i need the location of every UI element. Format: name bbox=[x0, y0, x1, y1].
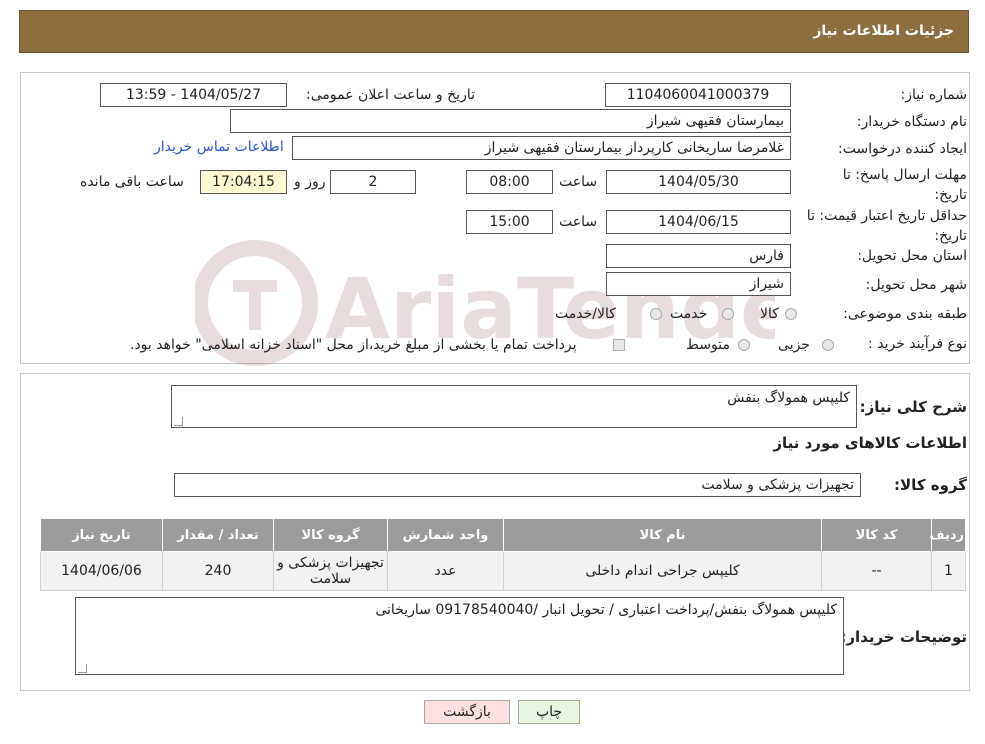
cell-goods-code: -- bbox=[821, 551, 932, 591]
col-header-unit: واحد شمارش bbox=[387, 518, 504, 552]
price-validity-date-field: 1404/06/15 bbox=[606, 210, 791, 234]
announce-datetime-label: تاریخ و ساعت اعلان عمومی: bbox=[306, 87, 475, 103]
col-header-goods-code: کد کالا bbox=[821, 518, 932, 552]
deadline-time-label: ساعت bbox=[559, 174, 598, 190]
buyer-notes-value: کلیپس همولاگ بنفش/پرداخت اعتباری / تحویل… bbox=[375, 602, 837, 618]
buyer-contact-link[interactable]: اطلاعات تماس خریدار bbox=[154, 139, 284, 155]
goods-group-label: گروه کالا: bbox=[894, 476, 967, 494]
back-button[interactable]: بازگشت bbox=[424, 700, 510, 724]
col-header-goods-name: نام کالا bbox=[503, 518, 822, 552]
cell-need-date: 1404/06/06 bbox=[40, 551, 163, 591]
category-label: طبقه بندی موضوعی: bbox=[843, 306, 967, 322]
category-option-service: خدمت bbox=[670, 306, 708, 322]
buyer-org-field: بیمارستان فقیهی شیراز bbox=[230, 109, 791, 133]
buyer-org-label: نام دستگاه خریدار: bbox=[856, 114, 967, 130]
price-validity-time-label: ساعت bbox=[559, 214, 598, 230]
col-header-need-date: تاریخ نیاز bbox=[40, 518, 163, 552]
page-title: جزئیات اطلاعات نیاز bbox=[813, 23, 954, 39]
category-option-goods-service: کالا/خدمت bbox=[555, 306, 616, 322]
cell-goods-group: تجهیزات پزشکی و سلامت bbox=[273, 551, 388, 591]
requester-label: ایجاد کننده درخواست: bbox=[838, 141, 967, 157]
goods-table: ردیف کد کالا نام کالا واحد شمارش گروه کا… bbox=[40, 518, 966, 591]
need-number-label: شماره نیاز: bbox=[900, 87, 968, 103]
goods-info-title: اطلاعات کالاهای مورد نیاز bbox=[773, 434, 967, 452]
process-option-medium: متوسط bbox=[686, 337, 730, 353]
process-option-minor: جزیی bbox=[778, 337, 810, 353]
price-validity-time-field: 15:00 bbox=[466, 210, 553, 234]
summary-label: شرح کلی نیاز: bbox=[859, 398, 967, 416]
city-field: شیراز bbox=[606, 272, 791, 296]
category-radio-goods[interactable] bbox=[785, 308, 797, 320]
buyer-notes-label: توضیحات خریدار: bbox=[840, 628, 967, 646]
process-radio-minor[interactable] bbox=[822, 339, 834, 351]
buyer-notes-resize-grip[interactable] bbox=[78, 664, 87, 673]
table-row[interactable]: 1 -- کلیپس جراحی اندام داخلی عدد تجهیزات… bbox=[40, 551, 966, 591]
deadline-label: مهلت ارسال پاسخ: تا تاریخ: bbox=[842, 167, 967, 203]
print-button[interactable]: چاپ bbox=[518, 700, 580, 724]
days-and-label: روز و bbox=[294, 174, 326, 190]
table-header-row: ردیف کد کالا نام کالا واحد شمارش گروه کا… bbox=[40, 518, 966, 552]
category-option-goods: کالا bbox=[760, 306, 779, 322]
cell-unit: عدد bbox=[387, 551, 504, 591]
requester-field: غلامرضا ساریخانی کارپرداز بیمارستان فقیه… bbox=[292, 136, 791, 160]
remaining-time-label: ساعت باقی مانده bbox=[80, 174, 184, 190]
province-label: استان محل تحویل: bbox=[857, 248, 967, 264]
cell-goods-name: کلیپس جراحی اندام داخلی bbox=[503, 551, 822, 591]
col-header-goods-group: گروه کالا bbox=[273, 518, 388, 552]
price-validity-label: حداقل تاریخ اعتبار قیمت: تا تاریخ: bbox=[806, 208, 967, 244]
deadline-date-field: 1404/05/30 bbox=[606, 170, 791, 194]
province-field: فارس bbox=[606, 244, 791, 268]
treasury-payment-checkbox[interactable] bbox=[613, 339, 625, 351]
goods-group-field: تجهیزات پزشکی و سلامت bbox=[174, 473, 861, 497]
col-header-quantity: تعداد / مقدار bbox=[162, 518, 274, 552]
page-header: جزئیات اطلاعات نیاز bbox=[19, 10, 969, 53]
remaining-time-field: 17:04:15 bbox=[200, 170, 287, 194]
buyer-notes-textarea[interactable]: کلیپس همولاگ بنفش/پرداخت اعتباری / تحویل… bbox=[75, 597, 844, 675]
summary-textarea[interactable]: کلیپس همولاگ بنفش bbox=[171, 385, 857, 428]
summary-value: کلیپس همولاگ بنفش bbox=[727, 390, 850, 406]
category-radio-service[interactable] bbox=[722, 308, 734, 320]
treasury-payment-note: پرداخت تمام یا بخشی از مبلغ خرید،از محل … bbox=[130, 337, 577, 353]
cell-quantity: 240 bbox=[162, 551, 274, 591]
days-remaining-field: 2 bbox=[330, 170, 416, 194]
category-radio-goods-service[interactable] bbox=[650, 308, 662, 320]
need-number-field: 1104060041000379 bbox=[605, 83, 791, 107]
process-radio-medium[interactable] bbox=[738, 339, 750, 351]
cell-row-number: 1 bbox=[931, 551, 966, 591]
summary-resize-grip[interactable] bbox=[174, 417, 183, 426]
announce-datetime-field: 1404/05/27 - 13:59 bbox=[100, 83, 287, 107]
city-label: شهر محل تحویل: bbox=[865, 277, 967, 293]
process-type-label: نوع فرآیند خرید : bbox=[868, 336, 967, 352]
col-header-row-number: ردیف bbox=[929, 518, 966, 552]
deadline-time-field: 08:00 bbox=[466, 170, 553, 194]
